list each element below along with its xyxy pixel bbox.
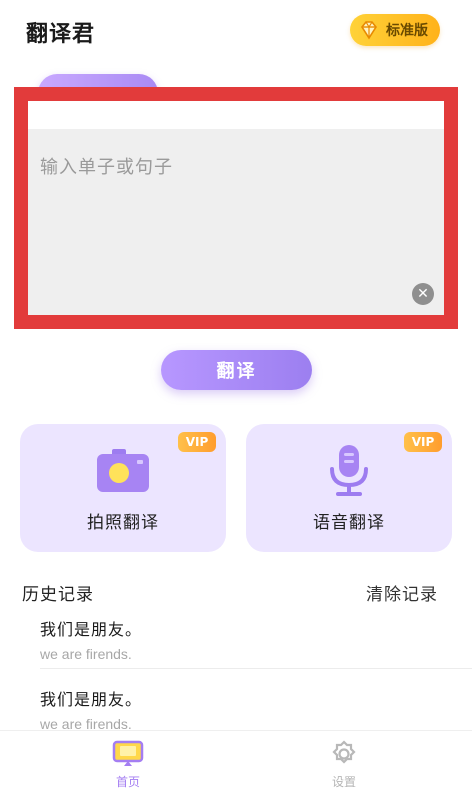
history-source-text: 我们是朋友。 <box>40 690 143 709</box>
clear-history-button[interactable]: 清除记录 <box>366 580 438 605</box>
divider <box>40 668 472 669</box>
history-title: 历史记录 <box>22 584 94 605</box>
vip-badge: VIP <box>178 432 216 452</box>
diamond-icon <box>358 19 380 41</box>
edition-badge[interactable]: 标准版 <box>350 14 440 46</box>
camera-icon <box>93 442 153 498</box>
nav-item-home[interactable]: 首页 <box>98 739 158 790</box>
text-input-area[interactable]: 输入单子或句子 ✕ <box>28 129 444 315</box>
input-placeholder: 输入单子或句子 <box>40 157 173 178</box>
history-header: 历史记录 清除记录 <box>22 580 438 605</box>
edition-label: 标准版 <box>386 23 428 39</box>
app-screen: 翻译君 标准版 输入单子或句子 ✕ 翻译 VIP 拍照翻译 VIP 语音翻译 历… <box>0 0 472 792</box>
bottom-navigation: 首页 设置 <box>0 730 472 792</box>
nav-item-settings[interactable]: 设置 <box>314 739 374 790</box>
clear-input-button[interactable]: ✕ <box>412 283 434 305</box>
close-icon: ✕ <box>417 286 429 302</box>
gear-icon <box>314 739 374 769</box>
voice-translate-card[interactable]: VIP 语音翻译 <box>246 424 452 552</box>
microphone-icon <box>319 442 379 498</box>
vip-badge: VIP <box>404 432 442 452</box>
translate-button[interactable]: 翻译 <box>161 350 312 390</box>
history-source-text: 我们是朋友。 <box>40 620 143 639</box>
photo-translate-label: 拍照翻译 <box>87 513 159 533</box>
nav-label-settings: 设置 <box>331 775 356 789</box>
home-screen-icon <box>98 739 158 769</box>
nav-label-home: 首页 <box>115 775 140 789</box>
annotation-frame: 输入单子或句子 ✕ <box>14 87 458 329</box>
history-item[interactable]: 我们是朋友。 we are firends. <box>40 616 450 670</box>
top-bar: 翻译君 标准版 <box>0 0 472 64</box>
app-title: 翻译君 <box>26 22 96 47</box>
voice-translate-label: 语音翻译 <box>313 513 385 533</box>
photo-translate-card[interactable]: VIP 拍照翻译 <box>20 424 226 552</box>
history-translation-text: we are firends. <box>40 646 132 662</box>
